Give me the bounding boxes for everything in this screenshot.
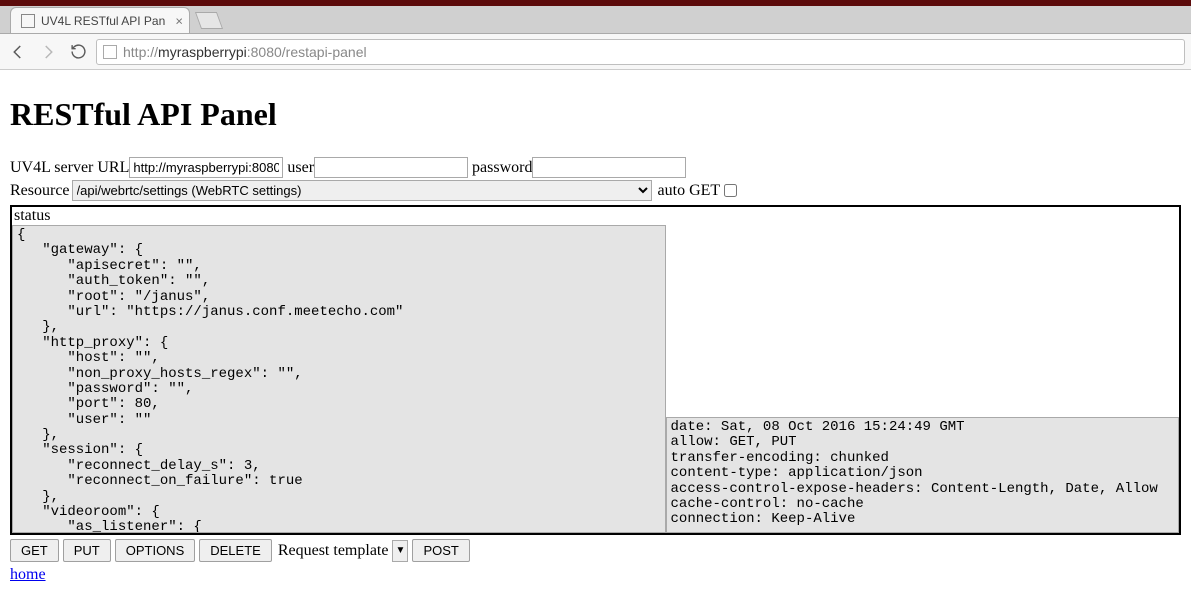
post-button[interactable]: POST [412,539,469,562]
request-body-area[interactable] [666,207,1179,417]
page-icon [103,45,117,59]
panel-left: status [12,207,666,533]
resource-label: Resource [10,182,70,200]
page-favicon [21,14,35,28]
response-panel: status [10,205,1181,535]
browser-tab[interactable]: UV4L RESTful API Pan × [10,7,190,33]
user-input[interactable] [314,157,468,178]
get-button[interactable]: GET [10,539,59,562]
resource-select[interactable]: /api/webrtc/settings (WebRTC settings) [72,180,652,201]
password-input[interactable] [532,157,686,178]
address-url: http://myraspberrypi:8080/restapi-panel [123,44,367,60]
reload-button[interactable] [66,40,90,64]
request-template-label: Request template [278,542,389,560]
address-bar[interactable]: http://myraspberrypi:8080/restapi-panel [96,39,1185,65]
home-link[interactable]: home [10,566,46,583]
put-button[interactable]: PUT [63,539,111,562]
auto-get-label: auto GET [658,182,721,200]
user-label: user [287,159,314,177]
response-body-area[interactable] [12,225,666,533]
response-headers-area[interactable] [666,417,1179,533]
server-url-input[interactable] [129,157,283,178]
password-label: password [472,159,532,177]
request-template-select[interactable]: ▼ [392,540,408,562]
browser-tabstrip: UV4L RESTful API Pan × [0,6,1191,34]
panel-right [666,207,1179,533]
forward-button[interactable] [36,40,60,64]
close-tab-icon[interactable]: × [175,13,183,28]
status-label: status [12,207,666,225]
options-button[interactable]: OPTIONS [115,539,196,562]
back-button[interactable] [6,40,30,64]
page-content: RESTful API Panel UV4L server URL user p… [0,70,1191,592]
new-tab-button[interactable] [195,12,223,29]
tab-title: UV4L RESTful API Pan [41,14,165,28]
auto-get-checkbox[interactable] [724,184,737,197]
browser-toolbar: http://myraspberrypi:8080/restapi-panel [0,34,1191,70]
server-url-label: UV4L server URL [10,159,129,177]
delete-button[interactable]: DELETE [199,539,272,562]
page-title: RESTful API Panel [10,96,1181,133]
